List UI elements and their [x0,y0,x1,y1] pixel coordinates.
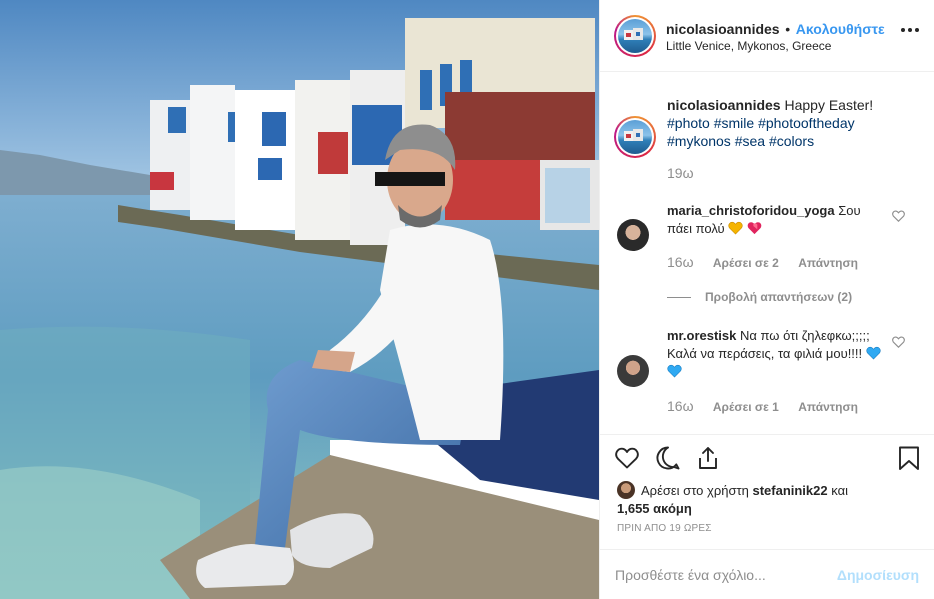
add-comment-form: Δημοσίευση [600,549,934,599]
yellow-heart-icon [728,221,743,235]
header-user-row: nicolasioannides • Ακολουθήστε [666,21,885,37]
post-side-panel: nicolasioannides • Ακολουθήστε Little Ve… [599,0,934,599]
hashtag-link[interactable]: #sea [735,133,765,149]
comment-username[interactable]: mr.orestisk [667,328,736,343]
replies-divider-line [667,297,691,299]
caption-time: 19ω [667,165,694,181]
likes-prefix: Αρέσει στο χρήστη [641,483,749,498]
liker-avatar[interactable] [617,481,635,499]
view-replies-button[interactable]: Προβολή απαντήσεων (2) [667,290,852,304]
comment-avatar[interactable] [617,355,649,387]
comment-text: maria_christoforidou_yoga Σου πάει πολύ [667,202,889,238]
share-icon[interactable] [695,445,721,471]
blue-heart-icon [667,364,682,378]
comment-input[interactable] [615,564,835,586]
reply-button[interactable]: Απάντηση [798,256,858,270]
header-separator: • [785,21,791,37]
reply-button[interactable]: Απάντηση [798,400,858,414]
follow-button[interactable]: Ακολουθήστε [796,21,885,37]
comment-likes-link[interactable]: Αρέσει σε 2 [713,256,779,270]
liker-username[interactable]: stefaninik22 [752,483,827,498]
likes-summary: Αρέσει στο χρήστη stefaninik22 και 1,655… [617,481,917,518]
post-photo-illustration [0,0,599,599]
hashtag-link[interactable]: #mykonos [667,133,731,149]
comment-avatar[interactable] [617,219,649,251]
likes-count-link[interactable]: 1,655 ακόμη [617,501,692,516]
comment-like-heart-icon[interactable] [892,210,906,224]
post-timestamp[interactable]: ΠΡΙΝ ΑΠΟ 19 ΩΡΕΣ [617,523,712,534]
blue-heart-icon [866,346,881,360]
hashtag-link[interactable]: #smile [714,115,754,131]
avatar-image [618,19,652,53]
likes-connector: και [831,483,848,498]
location-link[interactable]: Little Venice, Mykonos, Greece [666,39,831,53]
comment-text: mr.orestisk Να πω ότι ζηλεφκω;;;;; Καλά … [667,327,889,381]
post-comment-button[interactable]: Δημοσίευση [837,567,919,583]
view-replies-label: Προβολή απαντήσεων (2) [705,290,853,304]
caption-text: nicolasioannides Happy Easter! #photo #s… [667,96,917,150]
comment-username[interactable]: maria_christoforidou_yoga [667,203,835,218]
comment-icon[interactable] [655,445,681,471]
more-options-icon[interactable] [901,28,919,34]
avatar-image [618,120,652,154]
caption-avatar[interactable] [614,116,656,158]
caption-body: Happy Easter! [784,97,874,113]
comment-meta: 16ω Αρέσει σε 2 Απάντηση [667,254,858,270]
bookmark-icon[interactable] [896,445,922,471]
comment-time: 16ω [667,254,694,270]
comment-time: 16ω [667,398,694,414]
post-photo[interactable] [0,0,599,599]
header-username[interactable]: nicolasioannides [666,21,780,37]
post-actions: Αρέσει στο χρήστη stefaninik22 και 1,655… [600,434,934,554]
hashtag-link[interactable]: #photo [667,115,710,131]
post-header: nicolasioannides • Ακολουθήστε Little Ve… [600,0,934,72]
caption-username[interactable]: nicolasioannides [667,97,781,113]
comment-meta: 16ω Αρέσει σε 1 Απάντηση [667,398,858,414]
comment-like-heart-icon[interactable] [892,336,906,350]
comments-section: nicolasioannides Happy Easter! #photo #s… [600,72,934,434]
heart-icon[interactable] [614,445,640,471]
header-avatar[interactable] [614,15,656,57]
instagram-post: nicolasioannides • Ακολουθήστε Little Ve… [0,0,934,599]
red-hearts-icon [747,222,762,235]
hashtag-link[interactable]: #photooftheday [758,115,855,131]
hashtag-link[interactable]: #colors [769,133,814,149]
comment-likes-link[interactable]: Αρέσει σε 1 [713,400,779,414]
